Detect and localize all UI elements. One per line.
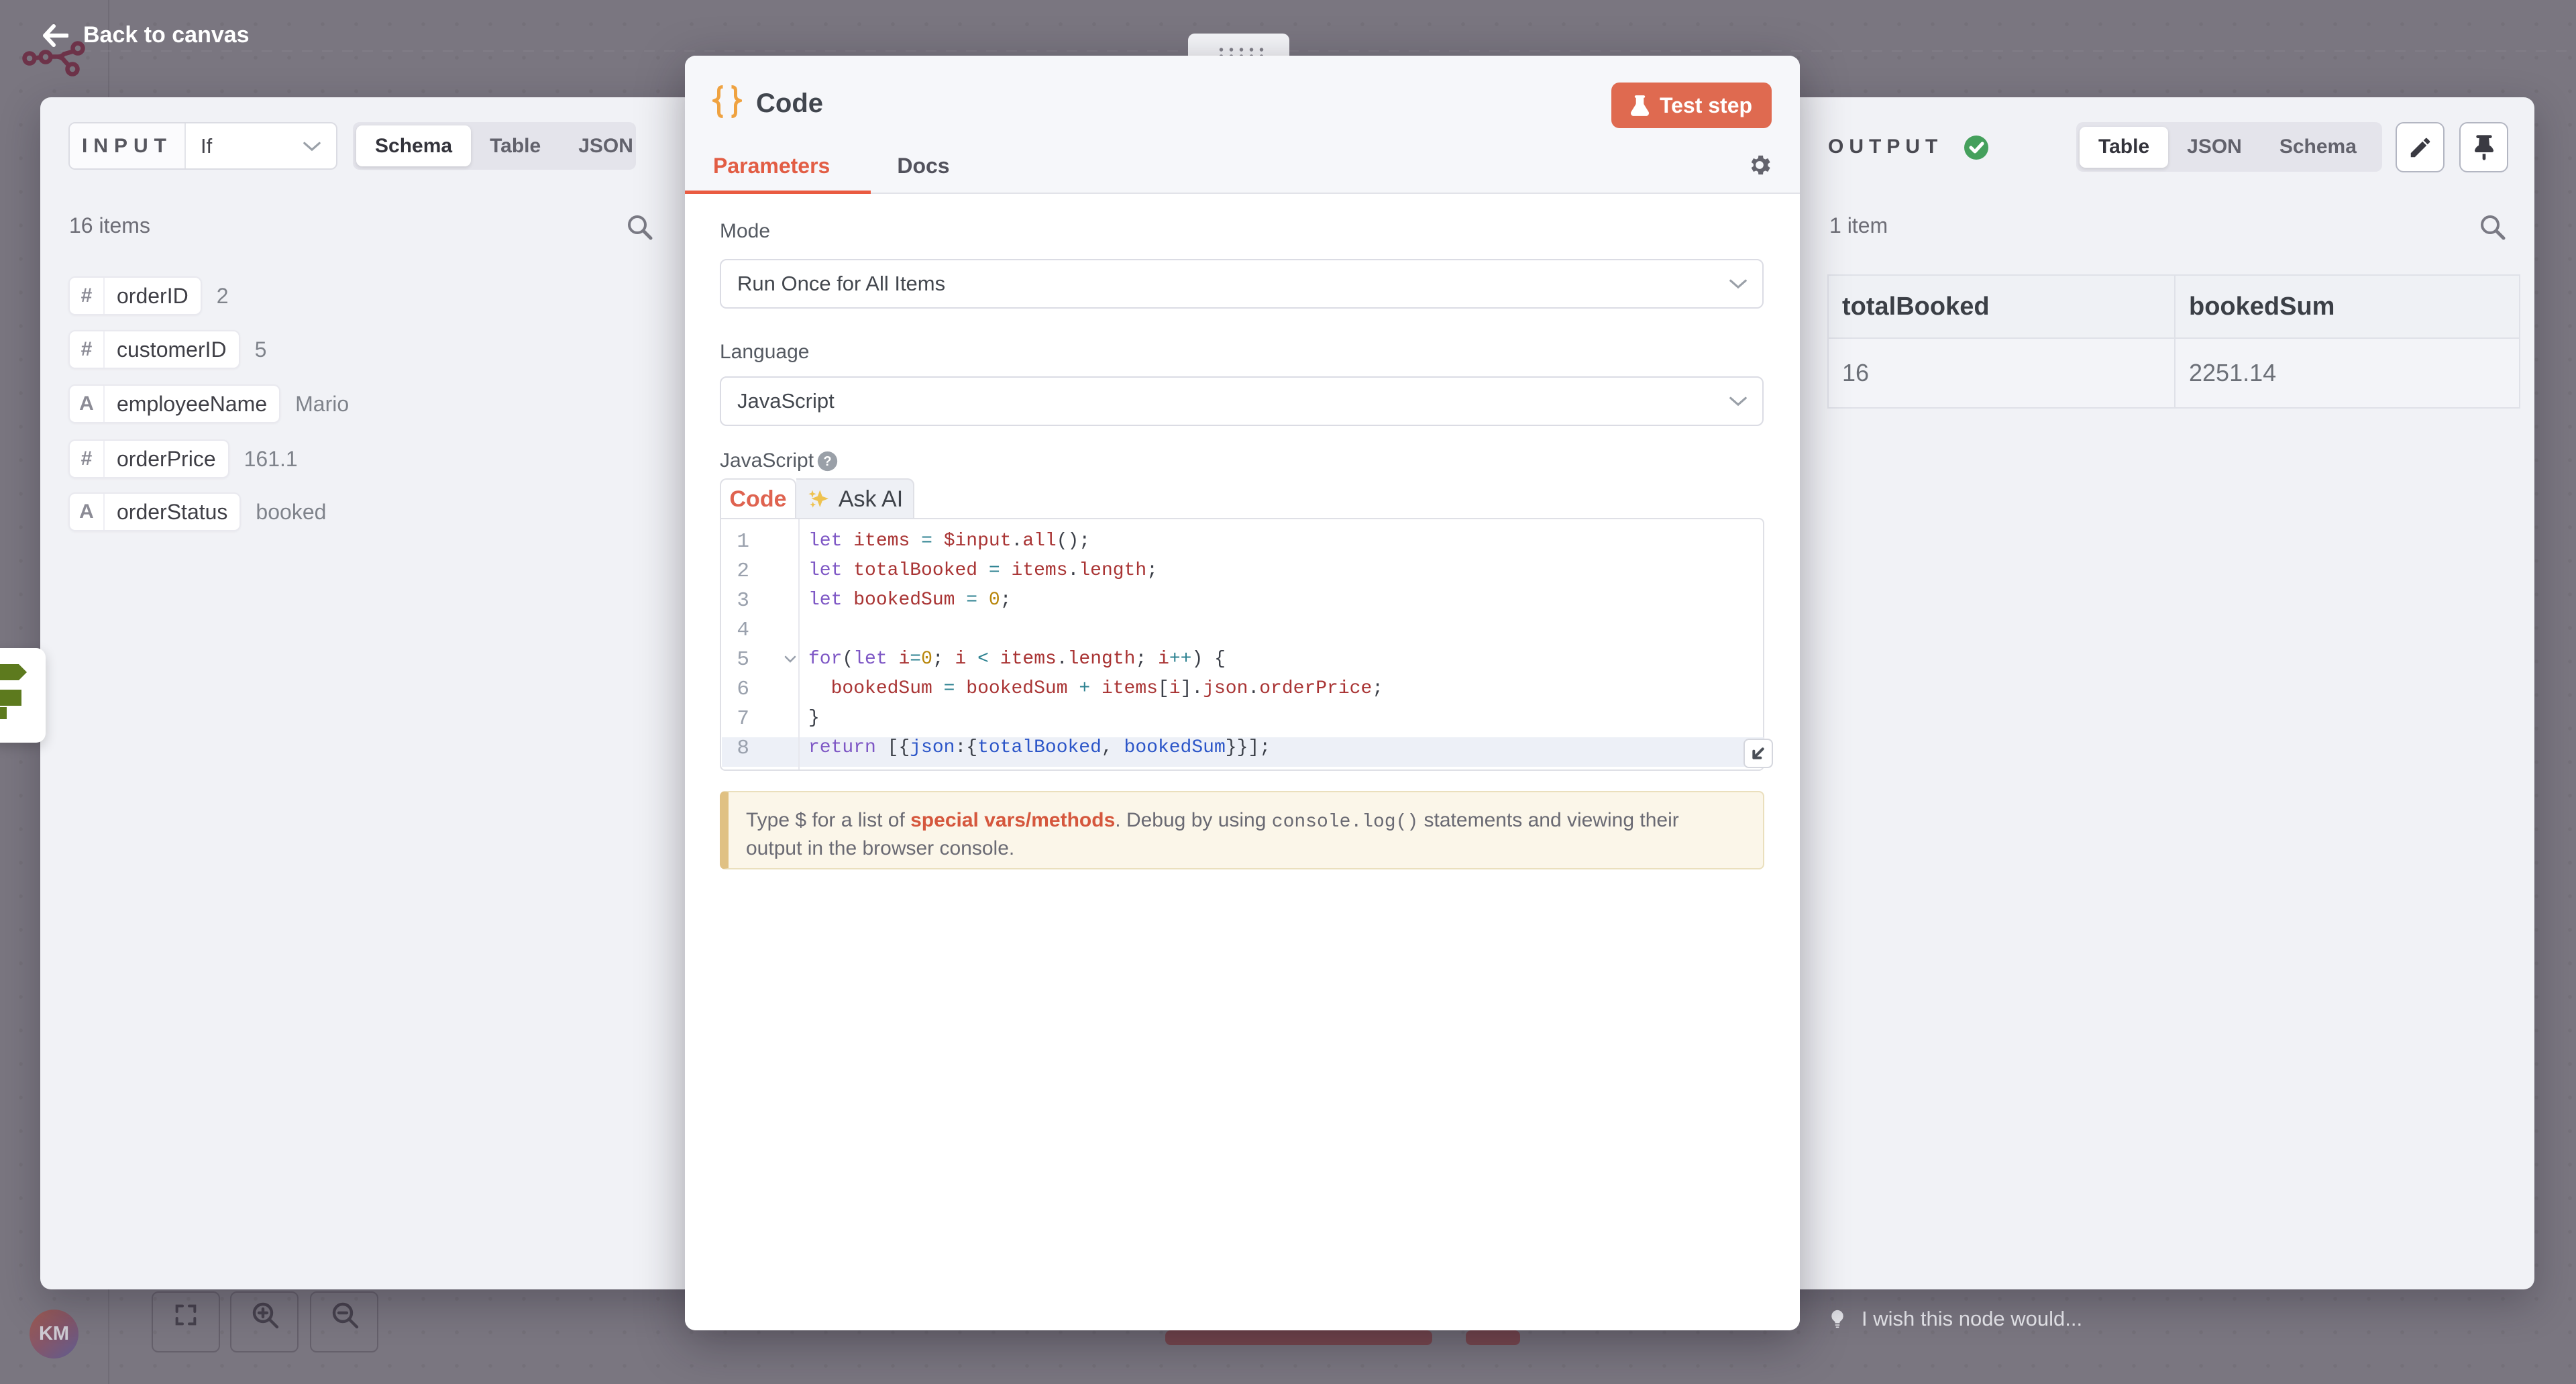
svg-text:?: ? [823, 454, 831, 469]
